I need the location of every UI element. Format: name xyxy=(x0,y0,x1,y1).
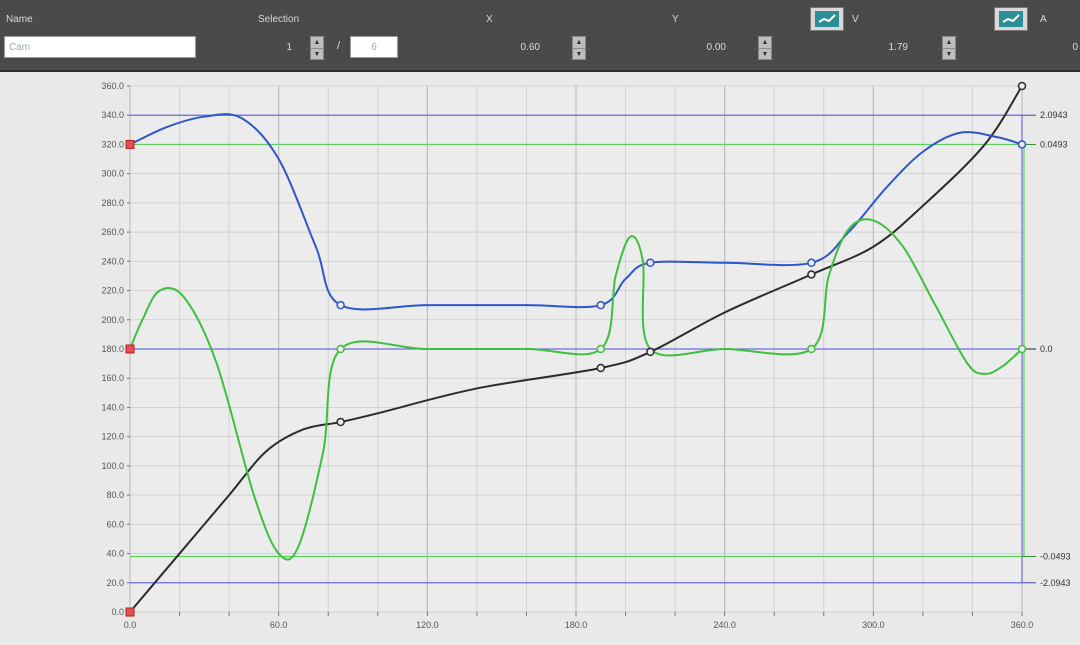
selection-stepper[interactable]: ▲ ▼ xyxy=(310,36,324,60)
y-tick-label: 280.0 xyxy=(101,198,124,208)
data-point-acceleration xyxy=(807,344,816,354)
data-point-velocity xyxy=(596,300,606,310)
stepper-down-icon[interactable]: ▼ xyxy=(759,48,771,60)
selection-label: Selection xyxy=(258,14,300,25)
selection-index: 1 xyxy=(286,42,292,53)
selection-slash: / xyxy=(337,40,341,52)
right-axis-label: -0.0493 xyxy=(1040,551,1071,561)
x-stepper[interactable]: ▲ ▼ xyxy=(572,36,586,60)
data-point-velocity xyxy=(646,258,655,268)
y-stepper[interactable]: ▲ ▼ xyxy=(758,36,772,60)
y-value: 0.00 xyxy=(706,42,726,53)
stepper-down-icon[interactable]: ▼ xyxy=(943,48,955,60)
x-tick-label: 240.0 xyxy=(713,620,736,630)
x-label: X xyxy=(486,14,493,25)
y-tick-label: 180.0 xyxy=(101,344,124,354)
y-tick-label: 20.0 xyxy=(106,578,124,588)
v-toggle[interactable] xyxy=(810,7,844,31)
data-point-position xyxy=(336,417,345,427)
name-field[interactable] xyxy=(4,36,196,58)
right-axis-label: 0.0493 xyxy=(1040,139,1068,149)
a-toggle[interactable] xyxy=(994,7,1028,31)
data-point-position xyxy=(1017,81,1027,91)
x-value: 0.60 xyxy=(520,42,540,53)
x-tick-label: 120.0 xyxy=(416,620,439,630)
selection-total-field[interactable] xyxy=(350,36,398,58)
y-tick-label: 40.0 xyxy=(106,549,124,559)
curve-check-icon xyxy=(815,11,839,27)
data-point-velocity xyxy=(1017,140,1027,149)
cam-profile-chart[interactable]: 0.0 20.0 40.0 60.0 80.0 100.0 120.0 140.0 160.0 1… xyxy=(0,72,1080,640)
start-point-marker xyxy=(125,607,135,617)
a-label: A xyxy=(1040,14,1047,25)
curve-check-icon xyxy=(999,11,1023,27)
v-stepper[interactable]: ▲ ▼ xyxy=(942,36,956,60)
data-point-velocity xyxy=(807,258,816,268)
y-tick-label: 80.0 xyxy=(106,490,124,500)
data-point-position xyxy=(807,270,816,279)
y-tick-label: 200.0 xyxy=(101,315,124,325)
data-point-acceleration xyxy=(336,344,345,354)
y-tick-label: 0.0 xyxy=(111,607,124,617)
a-value: 0 xyxy=(1072,42,1078,53)
y-tick-label: 360.0 xyxy=(101,81,124,91)
x-tick-label: 0.0 xyxy=(124,620,137,630)
y-tick-label: 120.0 xyxy=(101,432,124,442)
data-point-acceleration xyxy=(596,344,606,354)
start-point-marker xyxy=(125,139,135,149)
y-tick-label: 60.0 xyxy=(106,519,124,529)
stepper-up-icon[interactable]: ▲ xyxy=(943,37,955,48)
x-tick-label: 360.0 xyxy=(1011,620,1034,630)
name-label: Name xyxy=(6,14,33,25)
data-point-position xyxy=(646,347,655,357)
y-tick-label: 240.0 xyxy=(101,256,124,266)
y-tick-label: 340.0 xyxy=(101,110,124,120)
data-point-acceleration xyxy=(1017,344,1027,354)
x-tick-label: 60.0 xyxy=(270,620,288,630)
stepper-up-icon[interactable]: ▲ xyxy=(311,37,323,48)
stepper-up-icon[interactable]: ▲ xyxy=(573,37,585,48)
y-tick-label: 320.0 xyxy=(101,139,124,149)
right-axis-label: 2.0943 xyxy=(1040,110,1068,120)
right-axis-label: 0.0 xyxy=(1040,344,1053,354)
y-tick-label: 160.0 xyxy=(101,373,124,383)
y-tick-label: 260.0 xyxy=(101,227,124,237)
stepper-down-icon[interactable]: ▼ xyxy=(311,48,323,60)
y-label: Y xyxy=(672,14,679,25)
y-tick-label: 140.0 xyxy=(101,402,124,412)
data-point-position xyxy=(596,363,606,373)
y-tick-label: 220.0 xyxy=(101,286,124,296)
stepper-up-icon[interactable]: ▲ xyxy=(759,37,771,48)
v-label: V xyxy=(852,14,859,25)
y-tick-label: 100.0 xyxy=(101,461,124,471)
v-value: 1.79 xyxy=(888,42,908,53)
x-tick-label: 180.0 xyxy=(565,620,588,630)
cam-chart-area[interactable]: 0.0 20.0 40.0 60.0 80.0 100.0 120.0 140.0 160.0 1… xyxy=(0,72,1080,640)
x-tick-label: 300.0 xyxy=(862,620,885,630)
start-point-marker xyxy=(125,344,135,354)
toolbar: Name Selection 1 ▲▼ / X 0.60 ▲▼ Y 0.00 ▲… xyxy=(0,0,1080,72)
right-axis-label: -2.0943 xyxy=(1040,578,1071,588)
data-point-velocity xyxy=(336,300,345,310)
y-tick-label: 300.0 xyxy=(101,169,124,179)
stepper-down-icon[interactable]: ▼ xyxy=(573,48,585,60)
